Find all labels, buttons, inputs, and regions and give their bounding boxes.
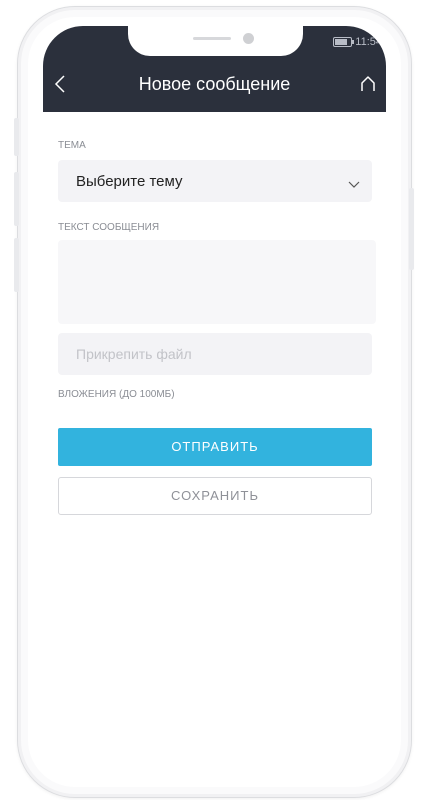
phone-screen: 11:54 Новое сообщение ТЕМА Выберите тему… [43,26,386,776]
phone-notch [128,26,303,56]
page-title: Новое сообщение [138,74,291,94]
chevron-down-icon [348,176,360,188]
status-right: 11:54 [333,36,382,48]
phone-side-button-left-2 [14,172,19,226]
attachments-label: ВЛОЖЕНИЯ (ДО 100МБ) [58,389,175,400]
speaker-grille [193,37,231,40]
front-camera [243,33,254,44]
attach-file-field[interactable]: Прикрепить файл [58,333,372,375]
phone-side-button-left-1 [14,118,19,156]
save-button[interactable]: СОХРАНИТЬ [58,477,372,515]
send-button[interactable]: ОТПРАВИТЬ [58,428,372,466]
message-textarea[interactable] [58,240,376,324]
status-time: 11:54 [355,36,382,48]
topic-select[interactable]: Выберите тему [58,160,372,202]
home-icon[interactable] [358,73,378,95]
header: Новое сообщение [43,57,386,112]
message-label: ТЕКСТ СООБЩЕНИЯ [58,222,160,233]
attach-file-placeholder: Прикрепить файл [76,346,192,362]
phone-side-button-left-3 [14,238,19,292]
battery-icon [333,37,355,47]
topic-select-value: Выберите тему [76,173,183,190]
phone-side-button-right [409,188,414,270]
topic-label: ТЕМА [58,140,86,151]
